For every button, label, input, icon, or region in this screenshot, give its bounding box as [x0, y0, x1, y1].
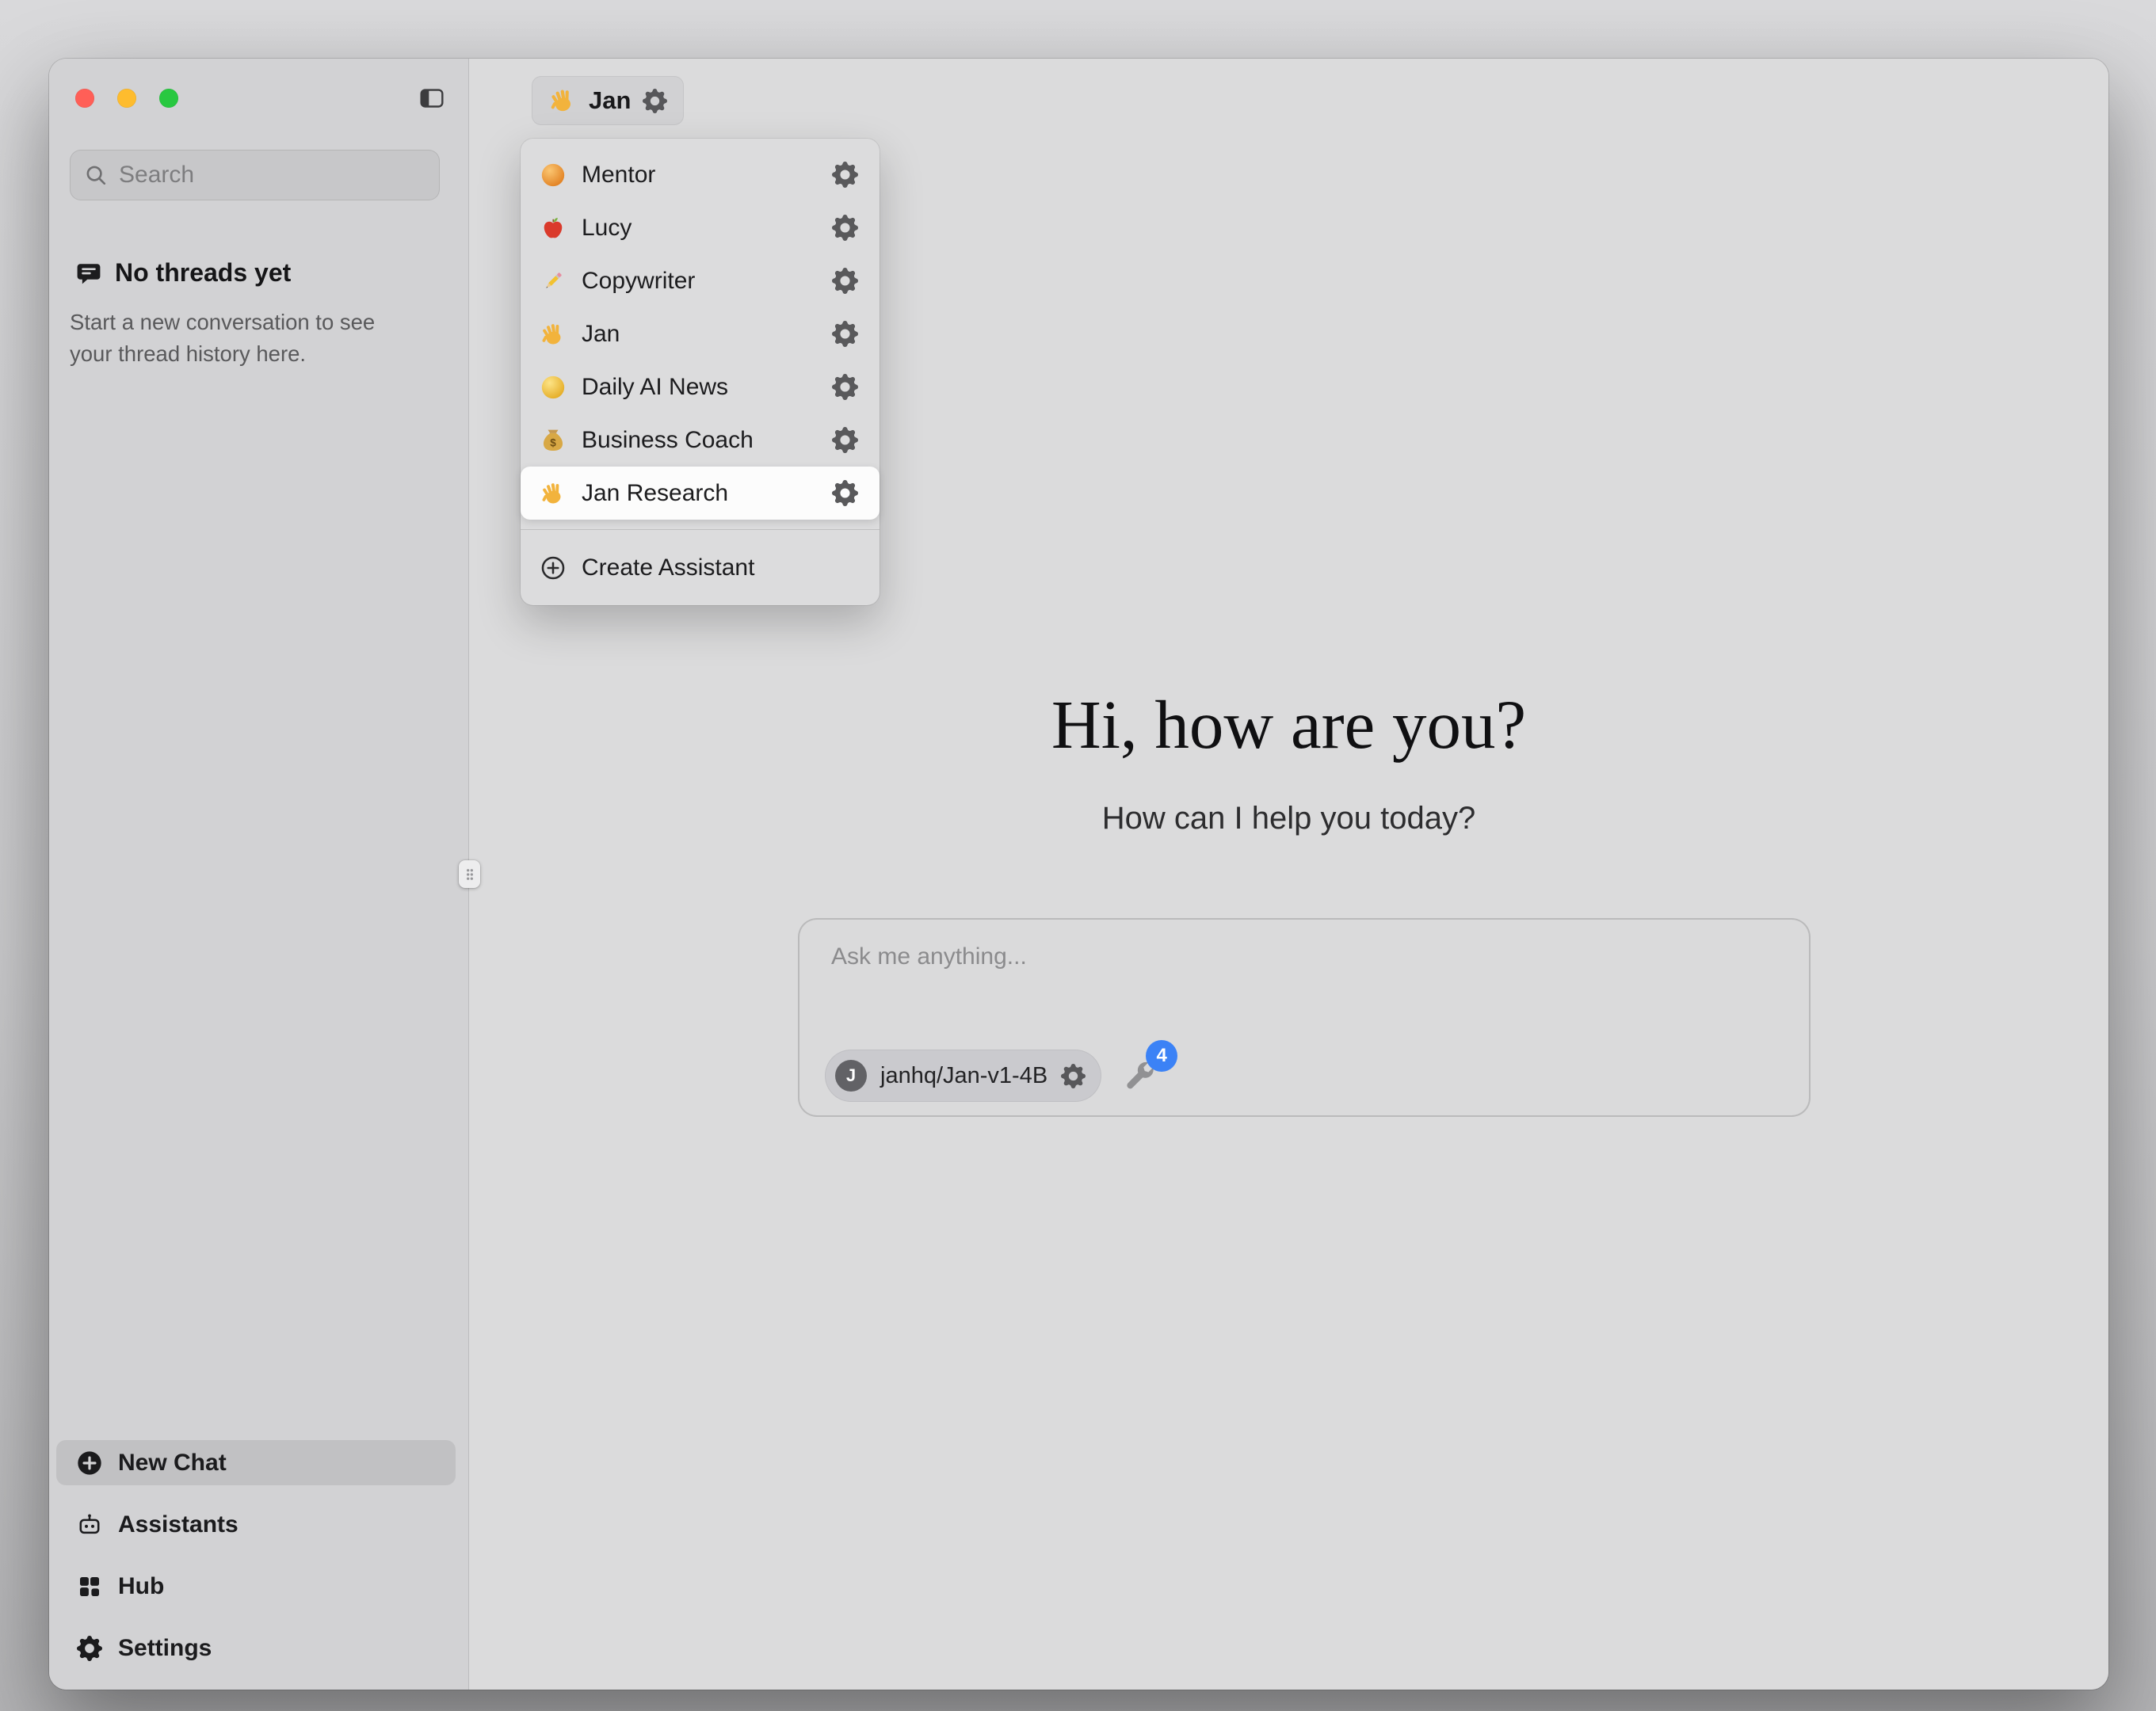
nav-item-label: New Chat — [118, 1450, 227, 1477]
sidebar: No threads yet Start a new conversation … — [49, 59, 469, 1690]
menu-item-jan[interactable]: Jan — [521, 307, 880, 360]
search-field — [70, 150, 440, 200]
model-name: janhq/Jan-v1-4B — [880, 1063, 1047, 1089]
greeting-title: Hi, how are you? — [469, 684, 2108, 764]
zoom-button[interactable] — [159, 89, 178, 108]
wave-hand-icon — [548, 86, 577, 115]
plus-circle-icon — [77, 1450, 102, 1476]
menu-item-daily-ai-news[interactable]: Daily AI News — [521, 360, 880, 413]
model-avatar: J — [835, 1060, 867, 1092]
daily-ai-news-settings-gear-icon[interactable] — [832, 374, 858, 400]
wave-hand-icon — [540, 321, 567, 348]
mentor-settings-gear-icon[interactable] — [832, 162, 858, 188]
menu-item-jan-research[interactable]: Jan Research — [521, 467, 880, 520]
menu-item-mentor[interactable]: Mentor — [521, 148, 880, 201]
jan-research-settings-gear-icon[interactable] — [832, 480, 858, 506]
empty-threads-state: No threads yet Start a new conversation … — [67, 258, 415, 370]
sidebar-item-assistants[interactable]: Assistants — [56, 1502, 456, 1547]
money-bag-icon — [540, 427, 567, 454]
window-controls — [75, 89, 178, 108]
nav-item-label: Hub — [118, 1573, 164, 1600]
greeting-subtitle: How can I help you today? — [469, 801, 2108, 836]
tools-button[interactable]: 4 — [1122, 1057, 1162, 1097]
sidebar-resize-handle[interactable] — [459, 860, 480, 888]
assistant-selector-button[interactable]: Jan — [532, 76, 684, 125]
orange-circle-icon — [540, 162, 567, 189]
minimize-button[interactable] — [117, 89, 136, 108]
main-area: Jan Mentor Lucy Copywriter — [469, 59, 2108, 1690]
copywriter-settings-gear-icon[interactable] — [832, 268, 858, 294]
sidebar-toggle-button[interactable] — [418, 85, 446, 112]
menu-item-business-coach[interactable]: Business Coach — [521, 413, 880, 467]
chat-bubble-icon — [76, 261, 101, 286]
business-coach-settings-gear-icon[interactable] — [832, 427, 858, 453]
close-button[interactable] — [75, 89, 94, 108]
model-settings-gear-icon[interactable] — [1061, 1064, 1086, 1088]
menu-separator — [521, 529, 880, 530]
sidebar-item-new-chat[interactable]: New Chat — [56, 1440, 456, 1485]
chat-composer: J janhq/Jan-v1-4B 4 — [798, 918, 1811, 1117]
empty-state-title: No threads yet — [115, 258, 291, 288]
assistant-selector-label: Jan — [589, 86, 631, 115]
search-input[interactable] — [119, 162, 425, 189]
nav-item-label: Assistants — [118, 1511, 238, 1538]
tools-count-badge: 4 — [1146, 1040, 1177, 1072]
sidebar-nav: New Chat Assistants Hub Settings — [56, 1440, 456, 1671]
apple-icon — [540, 215, 567, 242]
bot-icon — [77, 1512, 102, 1538]
plus-circle-outline-icon — [540, 554, 567, 581]
blocks-icon — [77, 1574, 102, 1599]
chat-input[interactable] — [831, 943, 1780, 999]
jan-settings-gear-icon[interactable] — [832, 321, 858, 347]
pencil-icon — [540, 268, 567, 295]
sidebar-item-settings[interactable]: Settings — [56, 1625, 456, 1671]
model-selector[interactable]: J janhq/Jan-v1-4B — [825, 1050, 1101, 1102]
app-window: No threads yet Start a new conversation … — [49, 59, 2108, 1690]
empty-state-description: Start a new conversation to see your thr… — [67, 307, 403, 370]
assistant-menu: Mentor Lucy Copywriter Jan Daily AI — [521, 139, 880, 605]
menu-item-create-assistant[interactable]: Create Assistant — [521, 541, 880, 594]
menu-item-lucy[interactable]: Lucy — [521, 201, 880, 254]
search-icon — [84, 163, 108, 187]
gear-icon — [77, 1636, 102, 1661]
composer-toolbar: J janhq/Jan-v1-4B 4 — [825, 1050, 1162, 1102]
nav-item-label: Settings — [118, 1635, 212, 1662]
lucy-settings-gear-icon[interactable] — [832, 215, 858, 241]
assistant-settings-icon[interactable] — [643, 89, 667, 113]
menu-item-copywriter[interactable]: Copywriter — [521, 254, 880, 307]
sidebar-item-hub[interactable]: Hub — [56, 1564, 456, 1609]
wave-hand-icon — [540, 480, 567, 507]
yellow-circle-icon — [540, 374, 567, 401]
